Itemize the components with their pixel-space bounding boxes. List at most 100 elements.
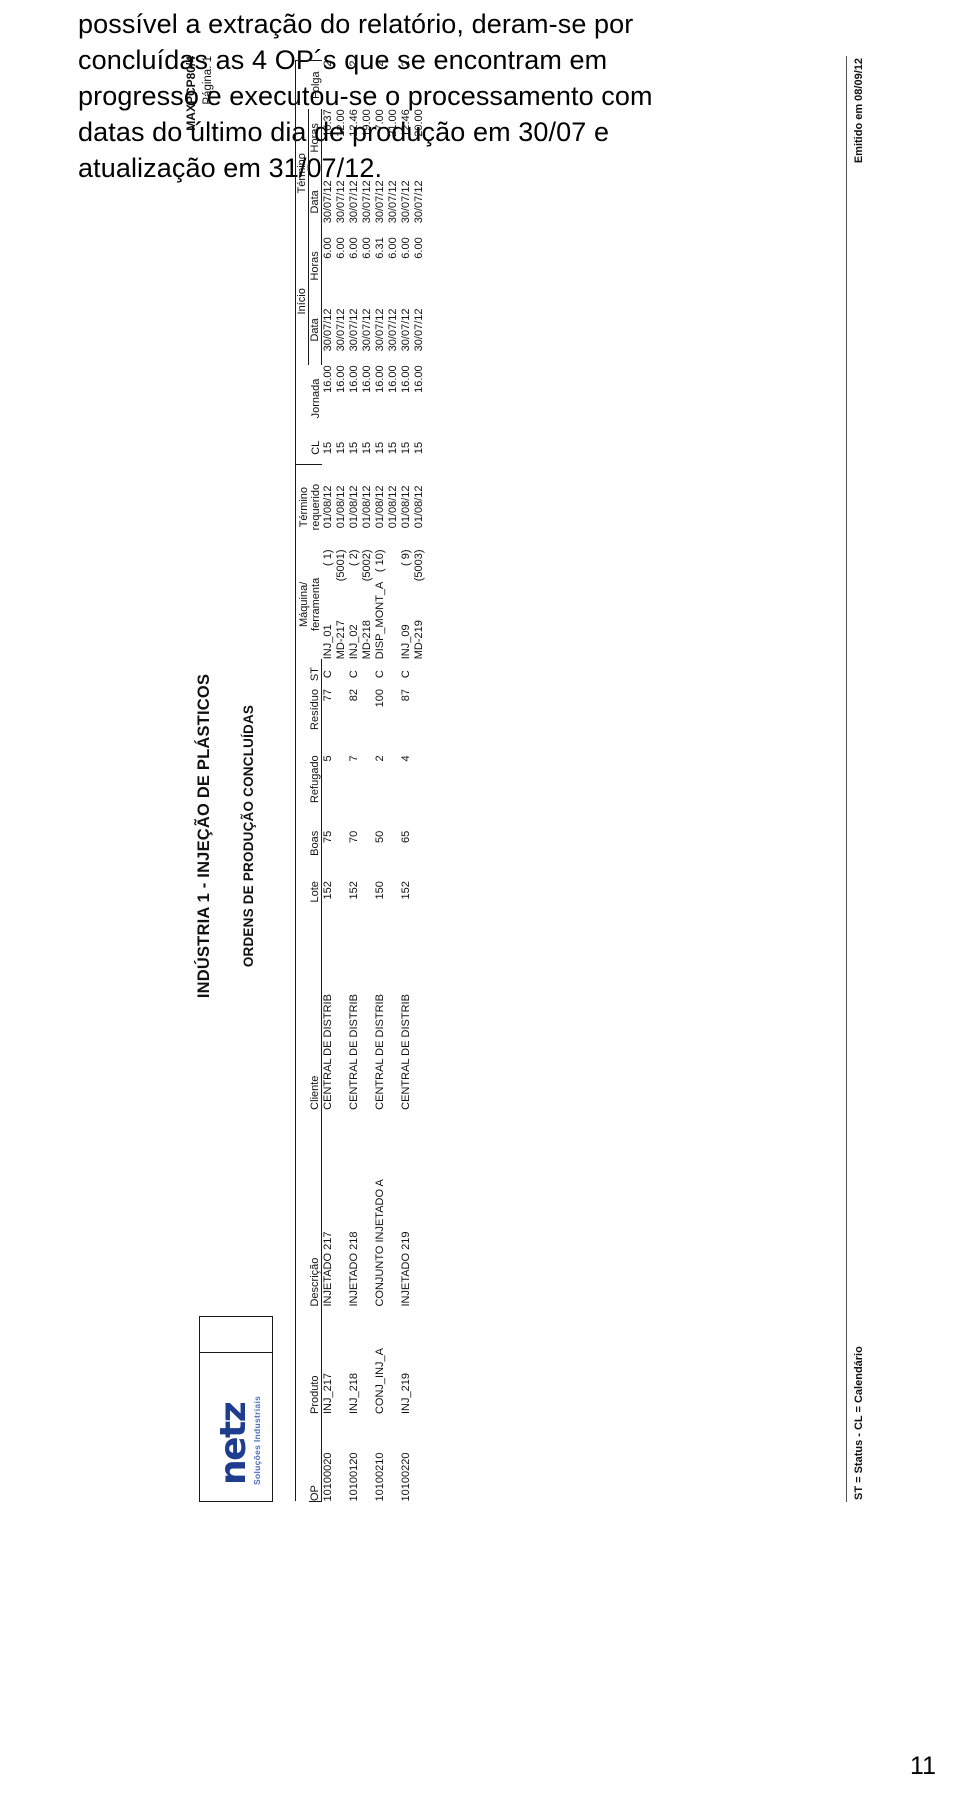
cell-sub-cl: 15: [413, 441, 425, 454]
cell-produto: CONJ_INJ_A: [374, 1347, 386, 1414]
cell-sub-jornada: 16.00: [413, 364, 425, 393]
cell-residuo: 82: [348, 688, 360, 701]
table-body: 10100020 INJ_217 INJETADO 217 CENTRAL DE…: [322, 60, 427, 1501]
cell-produto: INJ_217: [322, 1372, 334, 1414]
cell-sub-inicio-data: 30/07/12: [387, 308, 399, 351]
cell-boas: 75: [322, 830, 334, 843]
cell-jornada: 16.00: [374, 364, 386, 393]
cell-termino-horas: 7.00: [374, 108, 386, 131]
logo-tagline: Soluções Industriais: [252, 1395, 262, 1485]
table-row: 10100020 INJ_217 INJETADO 217 CENTRAL DE…: [322, 60, 336, 1501]
cell-produto: INJ_219: [400, 1372, 412, 1414]
cell-residuo: 77: [322, 688, 334, 701]
cell-termino-data: 30/07/12: [374, 179, 386, 223]
cell-folga: 2: [348, 60, 360, 67]
cell-descricao: INJETADO 217: [322, 1231, 334, 1307]
cell-cliente: CENTRAL DE DISTRIB: [322, 993, 334, 1110]
cell-sub-folga: [387, 60, 400, 109]
cell-folga: 2: [374, 60, 386, 67]
table-row: 10100120 INJ_218 INJETADO 218 CENTRAL DE…: [348, 60, 361, 1501]
cell-sub-termino-data: 30/07/12: [387, 179, 399, 223]
cell-sub-inicio-horas: 6.00: [387, 236, 399, 259]
cell-st: C: [400, 669, 412, 678]
logo: netz Soluções Industriais: [213, 1395, 262, 1485]
logo-box-adjacent: [199, 1315, 273, 1352]
col-descricao: Descrição: [308, 1109, 322, 1307]
footer-rule: [846, 55, 847, 1502]
cell-sub-folga: [361, 60, 374, 109]
cell-lote: 152: [322, 880, 334, 899]
cell-produto: INJ_218: [348, 1372, 360, 1414]
cell-descricao: CONJUNTO INJETADO A: [374, 1178, 386, 1307]
cell-folga: 2: [400, 60, 412, 67]
cell-sub-cl: 15: [335, 441, 347, 454]
cell-cl: 15: [348, 441, 360, 454]
col-cliente: Cliente: [308, 930, 322, 1110]
cell-sub-folga: [335, 60, 348, 109]
cell-sub-inicio-data: 30/07/12: [413, 308, 425, 351]
cell-lote: 152: [400, 880, 412, 899]
page-number: 11: [910, 1752, 936, 1780]
system-code: MAXPCP80/4: [184, 55, 198, 131]
cell-sub-inicio-data: 30/07/12: [335, 308, 347, 351]
cell-inicio-horas: 6.00: [348, 236, 360, 259]
cell-boas: 65: [400, 830, 412, 843]
header-row: OP Produto Descrição Cliente Lote Boas R…: [308, 60, 322, 1501]
cell-descricao: INJETADO 219: [400, 1231, 412, 1307]
page-label: Página: 1: [202, 55, 214, 105]
cell-refugado: 4: [400, 754, 412, 761]
cell-op: 10100220: [400, 1452, 412, 1501]
cell-jornada: 16.00: [321, 364, 334, 393]
cell-cl: 15: [321, 441, 334, 454]
cell-termino-horas: 10.37: [322, 108, 334, 137]
col-termino-horas: Horas: [308, 108, 322, 166]
col-folga: Folga: [295, 60, 322, 109]
cell-inicio-horas: 6.31: [374, 236, 386, 259]
cell-sub-ferramenta: [387, 549, 400, 659]
cell-refugado: 2: [374, 754, 386, 761]
cell-refugado: 7: [348, 754, 360, 761]
cell-termino-data: 30/07/12: [348, 179, 360, 223]
table-subrow: MD-219 (5003) 01/08/12 15 16.00 30/07/12…: [413, 60, 426, 1501]
footer-legend: ST = Status - CL = Calendário: [853, 1345, 865, 1500]
table-head: Máquina/ ferramenta Término requerido CL…: [295, 60, 322, 1501]
cell-termino-horas: 12.46: [400, 108, 412, 137]
cell-boas: 50: [374, 830, 386, 843]
cell-termino-data: 30/07/12: [400, 179, 412, 223]
rotated-report-sheet: MAXPCP80/4 Página: 1 netz Soluções Indus…: [130, 55, 865, 1634]
cell-sub-inicio-horas: 6.00: [361, 236, 373, 259]
cell-st: C: [374, 669, 386, 678]
col-refugado: Refugado: [308, 754, 322, 831]
col-produto: Produto: [308, 1306, 322, 1414]
col-termino-data: Data: [308, 165, 322, 237]
report-header-code: MAXPCP80/4 Página: 1: [183, 56, 217, 131]
cell-sub-inicio-data: 30/07/12: [361, 308, 373, 351]
cell-jornada: 16.00: [348, 364, 360, 393]
cell-termino-requerido: 01/08/12: [374, 484, 386, 528]
col-group-inicio: Início: [295, 236, 309, 365]
col-op: OP: [308, 1413, 322, 1501]
cell-jornada: 16.00: [400, 364, 412, 393]
cell-sub-termino-requerido: 01/08/12: [413, 484, 425, 528]
cell-sub-inicio-horas: 6.00: [413, 236, 425, 259]
cell-sub-jornada: 16.00: [387, 364, 399, 393]
cell-residuo: 87: [400, 688, 412, 701]
cell-termino-requerido: 01/08/12: [400, 484, 412, 528]
report-title: INDÚSTRIA 1 - INJEÇÃO DE PLÁSTICOS: [195, 673, 213, 998]
cell-termino-data: 30/07/12: [322, 179, 334, 223]
cell-residuo: 100: [374, 688, 386, 707]
cell-sub-inicio-horas: 6.00: [335, 236, 347, 259]
cell-sub-ferramenta: MD-217 (5001): [335, 548, 347, 659]
cell-inicio-data: 30/07/12: [322, 308, 334, 351]
cell-inicio-data: 30/07/12: [374, 308, 386, 351]
report-subtitle: ORDENS DE PRODUÇÃO CONCLUÍDAS: [241, 704, 256, 967]
cell-descricao: INJETADO 218: [348, 1231, 360, 1307]
cell-folga: 2: [321, 60, 334, 67]
cell-sub-ferramenta: MD-219 (5003): [413, 548, 425, 659]
table-row: 10100210 CONJ_INJ_A CONJUNTO INJETADO A …: [374, 60, 387, 1501]
logo-wordmark: netz: [213, 1402, 254, 1485]
cell-maquina: INJ_02 ( 2): [348, 548, 360, 659]
cell-sub-termino-horas: 20.00: [413, 108, 425, 137]
cell-termino-requerido: 01/08/12: [348, 484, 360, 528]
cell-maquina: INJ_09 ( 9): [400, 548, 412, 659]
